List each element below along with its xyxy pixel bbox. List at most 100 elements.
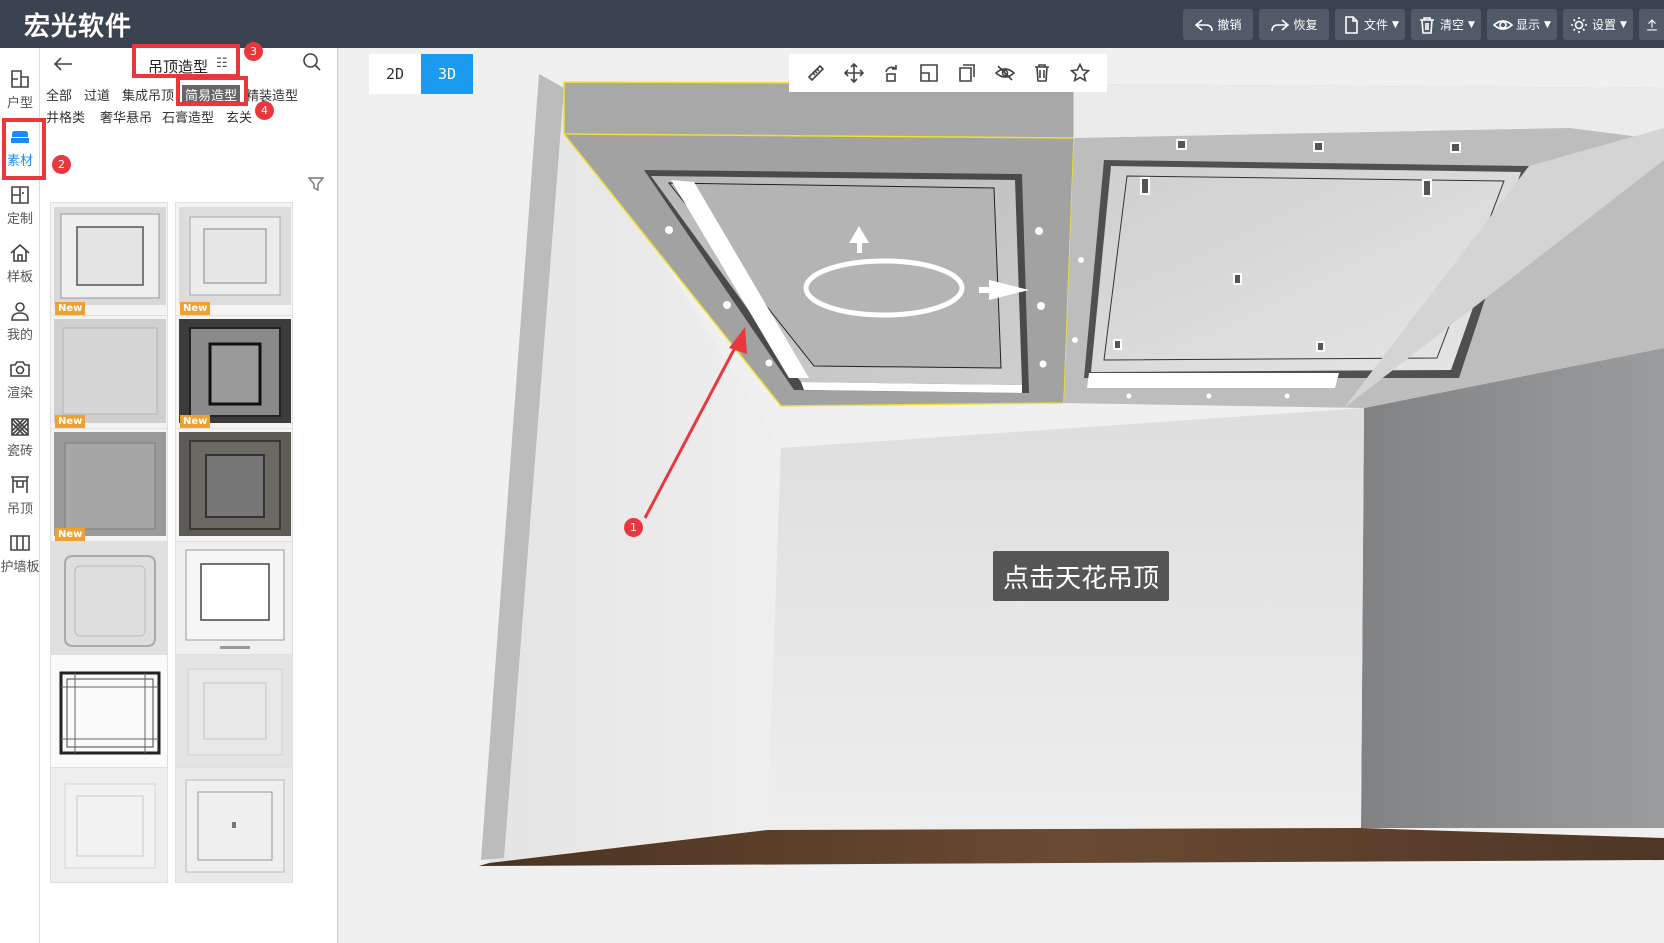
category-grid[interactable]: 井格类 [46, 107, 85, 126]
undo-button[interactable]: 撤销 [1183, 9, 1253, 40]
category-refined[interactable]: 精装造型 [246, 85, 298, 104]
ceiling-thumbnail[interactable] [50, 541, 168, 657]
ceiling-thumbnail[interactable] [175, 767, 293, 883]
ceiling-preview-image [176, 542, 292, 656]
ceiling-thumbnail[interactable] [175, 541, 293, 657]
settings-label: 设置 [1592, 18, 1617, 32]
ceiling-3d-scene[interactable] [339, 48, 1664, 943]
measure-tool-button[interactable] [805, 62, 827, 84]
rail-item-wainscot[interactable]: 护墙板 [0, 524, 40, 582]
ceiling-preview-image [179, 319, 291, 423]
step-badge-3: 3 [244, 42, 263, 61]
view-2d-button[interactable]: 2D [369, 54, 421, 94]
category-entrance[interactable]: 玄关 [226, 107, 252, 126]
clear-label: 清空 [1440, 18, 1465, 32]
step-badge-2: 2 [52, 155, 71, 174]
ceiling-thumbnail[interactable] [175, 428, 293, 544]
ceiling-thumbnail[interactable]: New [175, 315, 293, 431]
copy-tool-button[interactable] [956, 62, 978, 84]
rail-item-ceiling[interactable]: 吊顶 [0, 466, 40, 524]
rotate-icon [885, 65, 898, 82]
ceiling-thumbnail[interactable] [50, 654, 168, 770]
filter-icon [307, 177, 325, 192]
ceiling-thumbnail[interactable]: New [50, 428, 168, 544]
chevron-down-icon: ▼ [1392, 19, 1399, 30]
ceiling-thumbnail[interactable]: New [175, 202, 293, 318]
ceiling-icon [11, 475, 29, 493]
rail-label: 瓷砖 [6, 443, 33, 459]
ruler-icon [807, 64, 825, 82]
ceiling-preview-image [54, 432, 166, 536]
camera-icon [10, 360, 30, 377]
rail-item-custom[interactable]: 定制 [0, 176, 40, 234]
rail-label: 吊顶 [6, 501, 33, 517]
new-badge: New [55, 528, 86, 541]
app-title: 宏光软件 [24, 12, 133, 42]
file-menu-button[interactable]: 文件 ▼ [1335, 9, 1405, 40]
chevron-down-icon: ▼ [1544, 19, 1551, 30]
ceiling-thumbnail[interactable] [50, 767, 168, 883]
left-nav-rail: 户型 素材 定制 样板 我的 渲染 瓷砖 吊顶 护墙板 [0, 48, 40, 943]
display-menu-button[interactable]: 显示 ▼ [1487, 9, 1557, 40]
gear-icon [1571, 16, 1588, 33]
scale-tool-button[interactable] [918, 62, 940, 84]
redo-label: 恢复 [1293, 18, 1318, 32]
rail-label: 样板 [6, 269, 33, 285]
hide-tool-button[interactable] [994, 62, 1016, 84]
new-badge: New [180, 415, 211, 428]
back-button[interactable] [52, 54, 74, 74]
trash-icon [1420, 16, 1435, 34]
ceiling-preview-image [54, 319, 166, 423]
ceiling-thumbnail[interactable] [175, 654, 293, 770]
chevron-down-icon: ▼ [1620, 19, 1627, 30]
export-icon [1646, 18, 1657, 30]
redo-button[interactable]: 恢复 [1259, 9, 1329, 40]
user-icon [11, 301, 29, 321]
object-toolbox [789, 54, 1107, 92]
ceiling-preview-image [176, 655, 292, 769]
rail-item-render[interactable]: 渲染 [0, 350, 40, 408]
rail-item-templates[interactable]: 样板 [0, 234, 40, 292]
rail-item-floorplan[interactable]: 户型 [0, 60, 40, 118]
ceiling-preview-image [179, 207, 291, 305]
move-icon [843, 63, 864, 83]
highlight-box-category-title [132, 44, 240, 78]
rotate-tool-button[interactable] [880, 62, 902, 84]
search-button[interactable] [302, 52, 324, 74]
step-badge-4: 4 [255, 101, 274, 120]
favorite-tool-button[interactable] [1069, 62, 1091, 84]
filter-button[interactable] [307, 176, 325, 192]
new-badge: New [55, 415, 86, 428]
ceiling-preview-image [179, 432, 291, 536]
wainscot-icon [10, 534, 30, 551]
undo-icon [1195, 18, 1214, 31]
ceiling-preview-image [51, 768, 167, 882]
3d-viewport[interactable]: 2D 3D 点击天花吊顶 [339, 48, 1664, 943]
settings-menu-button[interactable]: 设置 ▼ [1563, 9, 1633, 40]
category-luxury[interactable]: 奢华悬吊 [100, 107, 152, 126]
ceiling-thumbnail[interactable]: New [50, 202, 168, 318]
category-gypsum[interactable]: 石膏造型 [162, 107, 214, 126]
category-all[interactable]: 全部 [46, 85, 72, 104]
eye-icon [1493, 19, 1514, 30]
category-corridor[interactable]: 过道 [84, 85, 110, 104]
rail-label: 我的 [6, 327, 33, 343]
redo-icon [1271, 18, 1290, 31]
ceiling-thumbnail[interactable]: New [50, 315, 168, 431]
floorplan-icon [11, 69, 29, 88]
eye-off-icon [994, 65, 1015, 81]
file-label: 文件 [1364, 18, 1389, 32]
view-mode-toggle: 2D 3D [369, 54, 474, 94]
view-3d-button[interactable]: 3D [421, 54, 473, 94]
delete-tool-button[interactable] [1031, 62, 1053, 84]
rail-item-tiles[interactable]: 瓷砖 [0, 408, 40, 466]
share-button[interactable] [1639, 9, 1664, 40]
rail-label: 户型 [6, 95, 33, 111]
material-panel: 吊顶造型 ☷ 全部 过道 集成吊顶 简易造型 精装造型 井格类 奢华悬吊 石膏造… [40, 48, 338, 943]
ceiling-preview-image [51, 655, 167, 769]
clear-menu-button[interactable]: 清空 ▼ [1411, 9, 1481, 40]
move-tool-button[interactable] [843, 62, 865, 84]
category-integrated[interactable]: 集成吊顶 [122, 85, 174, 104]
rail-item-mine[interactable]: 我的 [0, 292, 40, 350]
chevron-down-icon: ▼ [1468, 19, 1475, 30]
